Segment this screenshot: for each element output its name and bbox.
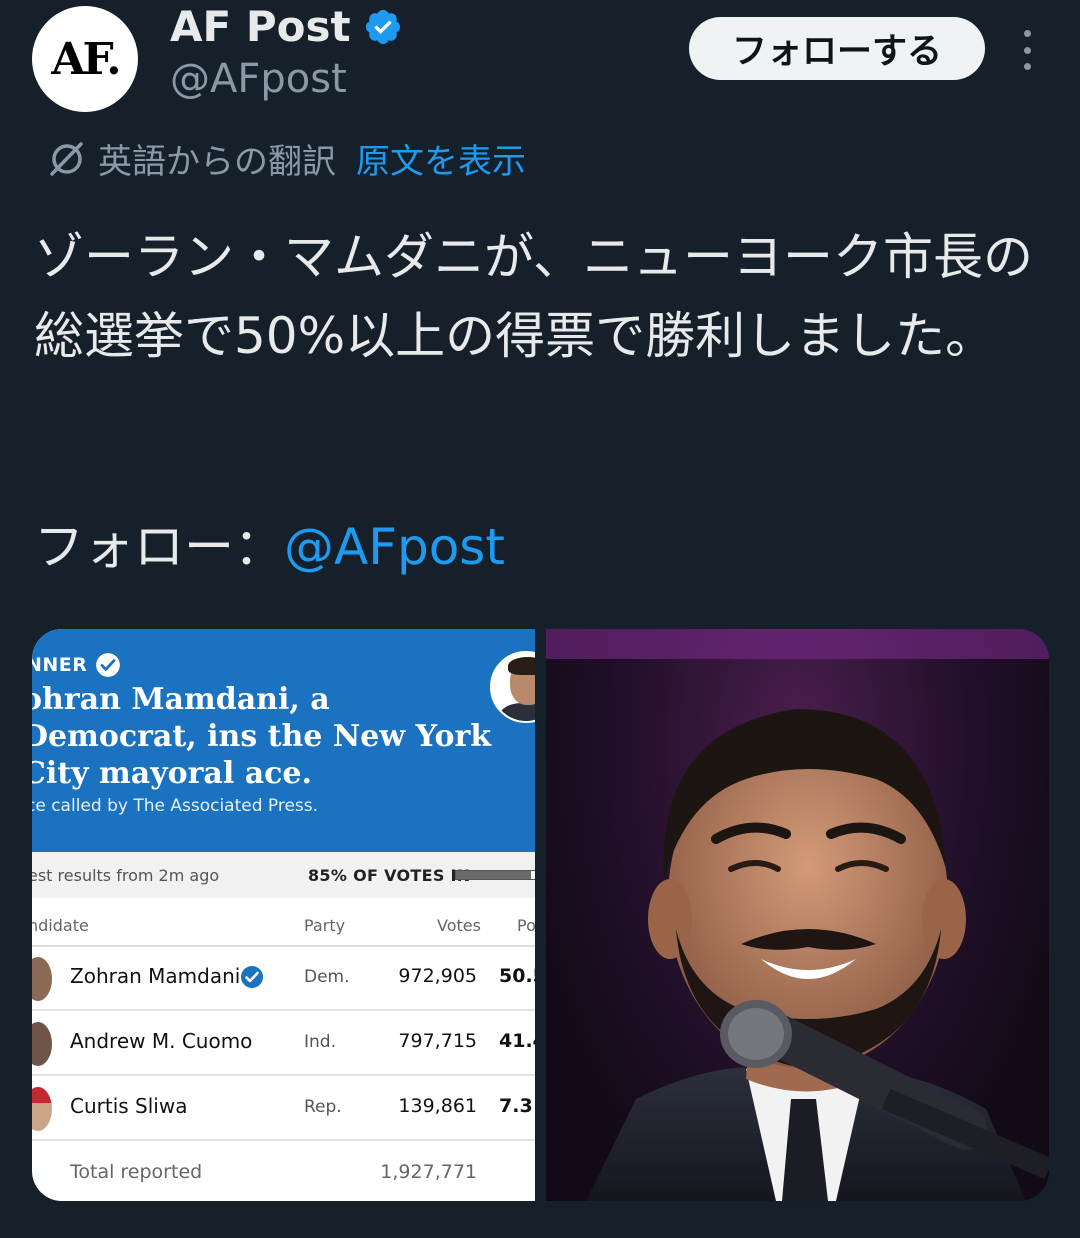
avatar-logo-text: AF. bbox=[51, 33, 121, 85]
verified-badge-icon bbox=[365, 9, 400, 44]
total-row: Total reported 1,927,771 bbox=[32, 1157, 535, 1197]
race-called-note: ce called by The Associated Press. bbox=[32, 796, 319, 816]
show-original-link[interactable]: 原文を表示 bbox=[356, 134, 526, 183]
follow-prefix: フォロー： bbox=[34, 518, 284, 576]
candidate-portrait-thumb bbox=[490, 651, 535, 723]
candidate-party: Rep. bbox=[304, 1097, 342, 1117]
candidate-thumb bbox=[32, 957, 52, 1001]
candidate-party: Dem. bbox=[304, 967, 350, 987]
candidate-party: Ind. bbox=[304, 1032, 336, 1052]
candidate-thumb bbox=[32, 1022, 52, 1066]
column-header-votes: Votes bbox=[437, 916, 481, 935]
winner-check-icon bbox=[241, 966, 263, 988]
candidate-votes: 139,861 bbox=[398, 1095, 477, 1117]
translation-note: 英語からの翻訳 原文を表示 bbox=[44, 134, 526, 183]
account-display-name[interactable]: AF Post bbox=[170, 2, 351, 51]
more-options-icon[interactable] bbox=[1018, 30, 1036, 70]
candidate-pct: 50.5 bbox=[499, 965, 535, 987]
account-handle[interactable]: @AFpost bbox=[170, 56, 347, 102]
total-label: Total reported bbox=[70, 1161, 203, 1183]
table-row: Andrew M. Cuomo Ind. 797,715 41.4 bbox=[32, 1012, 535, 1076]
candidate-pct: 41.4 bbox=[499, 1030, 535, 1052]
translation-label: 英語からの翻訳 bbox=[98, 142, 336, 182]
candidate-name: Andrew M. Cuomo bbox=[70, 1029, 253, 1053]
column-header-candidate: ndidate bbox=[32, 916, 89, 935]
winner-row: NNER bbox=[32, 652, 121, 678]
candidate-name: Zohran Mamdani bbox=[70, 964, 241, 988]
results-status-bar: est results from 2m ago 85% OF VOTES IN bbox=[32, 852, 535, 898]
column-header-party: Party bbox=[304, 916, 346, 935]
winner-label: NNER bbox=[32, 654, 88, 676]
translate-icon bbox=[50, 141, 83, 176]
votes-in-progress-bar bbox=[455, 870, 535, 880]
results-card-header: NNER ohran Mamdani, a Democrat, ins the … bbox=[32, 629, 535, 852]
tweet-text: ゾーラン・マムダニが、ニューヨーク市長の総選挙で50%以上の得票で勝利しました。 bbox=[34, 228, 1033, 365]
candidate-name: Curtis Sliwa bbox=[70, 1094, 188, 1118]
tweet-media: NNER ohran Mamdani, a Democrat, ins the … bbox=[32, 629, 1049, 1201]
winner-check-icon bbox=[96, 653, 121, 677]
total-votes: 1,927,771 bbox=[380, 1161, 477, 1183]
candidate-thumb bbox=[32, 1087, 52, 1131]
account-avatar[interactable]: AF. bbox=[32, 6, 138, 112]
table-row: Zohran Mamdani Dem. 972,905 50.5 bbox=[32, 947, 535, 1011]
results-card-image[interactable]: NNER ohran Mamdani, a Democrat, ins the … bbox=[32, 629, 535, 1201]
candidate-pct: 7.3 bbox=[499, 1095, 533, 1117]
votes-in-text: 85% OF VOTES IN bbox=[308, 865, 471, 885]
portrait-illustration bbox=[546, 629, 1049, 1201]
portrait-photo-image[interactable] bbox=[546, 629, 1049, 1201]
follow-button[interactable]: フォローする bbox=[689, 17, 985, 80]
results-headline: ohran Mamdani, a Democrat, ins the New Y… bbox=[32, 682, 492, 791]
latest-results-text: est results from 2m ago bbox=[32, 865, 220, 885]
candidate-votes: 797,715 bbox=[398, 1030, 477, 1052]
column-header-pct: Po bbox=[517, 916, 535, 935]
tweet-follow-line: フォロー：@AFpost bbox=[34, 508, 505, 587]
account-name-row: AF Post bbox=[170, 2, 403, 51]
votes-in-progress-fill bbox=[456, 871, 531, 879]
mention-link[interactable]: @AFpost bbox=[284, 518, 505, 576]
table-row: Curtis Sliwa Rep. 139,861 7.3 bbox=[32, 1077, 535, 1141]
candidate-votes: 972,905 bbox=[398, 965, 477, 987]
